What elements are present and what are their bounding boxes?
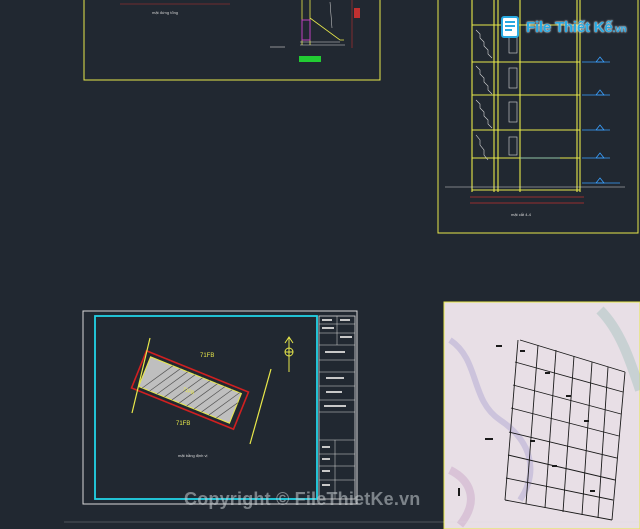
copyright-watermark: Copyright © FileThietKe.vn — [184, 489, 421, 509]
cad-drawing-canvas[interactable]: mặt đứng tổng mặt cắt 4-4 71FB 71FB 71FB… — [0, 0, 640, 529]
site-plan-caption: mặt bằng định vị — [178, 453, 207, 458]
logo-icon — [500, 15, 522, 39]
site-plan-sheet: 71FB 71FB 71FB mặt bằng định vị — [82, 310, 358, 505]
title-block — [318, 315, 356, 500]
logo-text: File Thiết Kế.vn — [526, 18, 627, 36]
site-area-label-top: 71FB — [200, 353, 214, 359]
top-left-sheet: mặt đứng tổng — [83, 0, 381, 81]
north-arrow-icon — [284, 336, 294, 372]
lot-parcel: 71FB — [130, 349, 250, 431]
scanned-map-image — [443, 301, 640, 529]
filethietke-logo: File Thiết Kế.vn — [500, 12, 627, 42]
top-sheet-caption: mặt đứng tổng — [152, 10, 178, 15]
elevation-detail — [270, 0, 360, 62]
section-caption: mặt cắt 4-4 — [511, 212, 532, 217]
logo-name: File Thiết Kế — [526, 18, 613, 36]
logo-domain: .vn — [612, 23, 627, 35]
site-area-label-bottom: 71FB — [176, 421, 190, 427]
